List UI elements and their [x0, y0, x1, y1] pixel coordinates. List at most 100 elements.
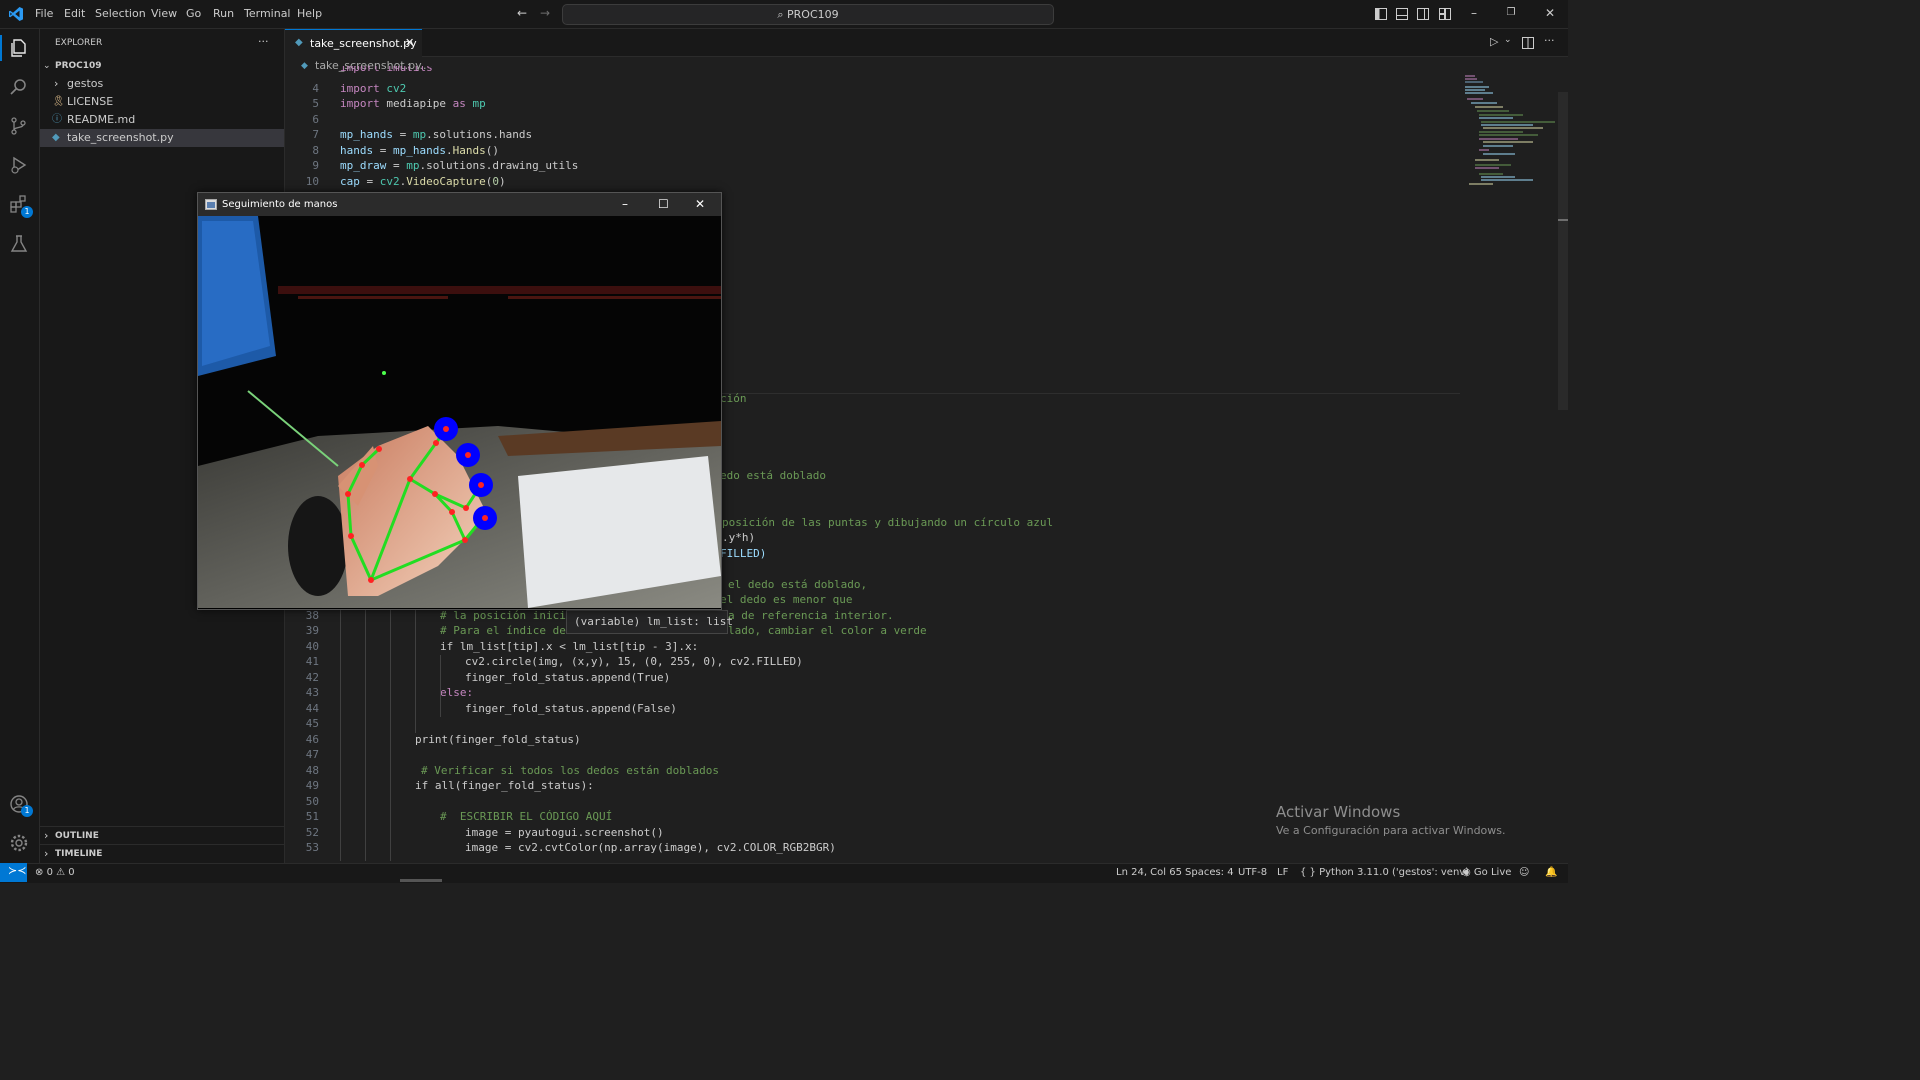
remote-indicator-button[interactable]: ≻≺ [0, 863, 27, 882]
go-live-label: Go Live [1473, 867, 1512, 878]
line-number: 51 [305, 810, 319, 823]
title-bar: File Edit Selection View Go Run Terminal… [0, 0, 1568, 29]
tree-item-readme[interactable]: ⓘ README.md [40, 111, 284, 129]
menu-help[interactable]: Help [297, 0, 322, 28]
menu-run[interactable]: Run [213, 0, 234, 28]
code-line: mp_draw = mp.solutions.drawing_utils [340, 159, 579, 172]
testing-flask-icon[interactable] [8, 233, 30, 255]
line-number: 43 [305, 686, 319, 699]
more-actions-icon[interactable]: ··· [258, 35, 269, 48]
vertical-scrollbar-thumb[interactable] [1558, 92, 1568, 410]
code-fragment: # la posición inicia [440, 609, 573, 622]
explorer-icon[interactable] [8, 37, 30, 59]
workspace-root[interactable]: ⌄ PROC109 [40, 57, 284, 75]
encoding-status[interactable]: UTF-8 [1238, 864, 1267, 882]
command-center-text: PROC109 [787, 8, 839, 21]
code-line: # Verificar si todos los dedos están dob… [421, 764, 720, 777]
window-title: Seguimiento de manos [222, 199, 338, 210]
command-center-search[interactable]: ⌕ PROC109 [562, 4, 1054, 25]
eol-status[interactable]: LF [1277, 864, 1288, 882]
code-fragment: posición de las puntas y dibujando un cí… [722, 516, 1054, 529]
vscode-logo-icon [9, 7, 23, 21]
menu-view[interactable]: View [151, 0, 177, 28]
line-number: 42 [305, 671, 319, 684]
code-line: if lm_list[tip].x < lm_list[tip - 3].x: [440, 640, 699, 653]
outline-label: OUTLINE [55, 831, 99, 841]
close-icon[interactable]: ✕ [695, 193, 705, 216]
timeline-section[interactable]: › TIMELINE [40, 845, 284, 863]
notifications-bell-icon[interactable]: 🔔 [1545, 864, 1557, 882]
forward-arrow-icon[interactable]: → [539, 7, 551, 19]
hover-tooltip: (variable) lm_list: list [566, 610, 733, 634]
search-icon: ⌕ [777, 8, 788, 21]
run-debug-icon[interactable] [8, 154, 30, 176]
indent-guide [340, 609, 341, 861]
activate-windows-watermark: Activar Windows Ve a Configuración para … [1276, 803, 1506, 837]
editor-tab-bar: ▷ ⌄ ··· [285, 29, 1568, 57]
problems-status[interactable]: ⊗ 0 ⚠ 0 [35, 864, 75, 882]
restore-icon[interactable]: ❐ [1505, 7, 1517, 19]
python-interpreter[interactable]: 3.11.0 ('gestos': venv) [1357, 864, 1469, 882]
outline-section[interactable]: › OUTLINE [40, 827, 284, 845]
toggle-panel-icon[interactable] [1396, 8, 1408, 20]
window-title-bar[interactable]: Seguimiento de manos – ☐ ✕ [198, 193, 721, 216]
search-icon[interactable] [8, 76, 30, 98]
tree-item-gestos[interactable]: › gestos [40, 75, 284, 93]
code-line: finger_fold_status.append(True) [465, 671, 671, 684]
line-number: 45 [305, 717, 319, 730]
minimize-icon[interactable]: – [622, 193, 628, 216]
source-control-icon[interactable] [8, 115, 30, 137]
minimap[interactable] [1463, 74, 1558, 189]
menu-terminal[interactable]: Terminal [244, 0, 291, 28]
hand-tracking-window[interactable]: Seguimiento de manos – ☐ ✕ [197, 192, 722, 610]
error-count: 0 [46, 867, 53, 878]
customize-layout-icon[interactable] [1439, 8, 1451, 20]
indent-guide [415, 609, 416, 733]
toggle-secondary-sidebar-icon[interactable] [1417, 8, 1429, 20]
go-live-button[interactable]: ◉ Go Live [1462, 864, 1511, 882]
menu-file[interactable]: File [35, 0, 53, 28]
webcam-frame [198, 216, 721, 608]
run-python-file-icon[interactable]: ▷ [1490, 35, 1498, 48]
code-line: image = pyautogui.screenshot() [465, 826, 664, 839]
close-tab-icon[interactable]: ✕ [405, 36, 414, 49]
code-fragment: el dedo está doblado, [728, 578, 868, 591]
toggle-primary-sidebar-icon[interactable] [1375, 8, 1387, 20]
horizontal-scroll-hint [400, 879, 442, 882]
menu-edit[interactable]: Edit [64, 0, 85, 28]
code-fragment: el dedo es menor que [720, 593, 853, 606]
settings-gear-icon[interactable] [8, 832, 30, 854]
line-number: 7 [312, 128, 319, 141]
tab-take-screenshot[interactable]: ◆ take_screenshot.py ✕ [285, 29, 422, 58]
split-editor-icon[interactable] [1522, 37, 1534, 49]
line-number: 10 [305, 175, 319, 188]
line-number: 9 [312, 159, 319, 172]
watermark-subtitle: Ve a Configuración para activar Windows. [1276, 824, 1506, 837]
window-app-icon [205, 199, 217, 210]
line-number: 52 [305, 826, 319, 839]
chevron-right-icon: › [44, 829, 49, 842]
tree-item-take-screenshot[interactable]: ◆ take_screenshot.py [40, 129, 284, 147]
tree-item-license[interactable]: 🎗 LICENSE [40, 93, 284, 111]
code-line: import mediapipe as mp [340, 97, 486, 110]
language-mode[interactable]: { } Python [1300, 864, 1354, 882]
feedback-icon[interactable]: ☺ [1519, 864, 1529, 882]
code-line: else: [440, 686, 474, 699]
minimize-icon[interactable]: – [1468, 7, 1480, 19]
close-icon[interactable]: ✕ [1544, 7, 1556, 19]
line-number: 6 [312, 113, 319, 126]
chevron-down-icon[interactable]: ⌄ [1504, 35, 1512, 45]
maximize-icon[interactable]: ☐ [658, 193, 669, 216]
menu-selection[interactable]: Selection [95, 0, 146, 28]
indentation-status[interactable]: Spaces: 4 [1185, 864, 1234, 882]
line-number: 50 [305, 795, 319, 808]
code-fragment: lado, cambiar el color a verde [728, 624, 927, 637]
menu-go[interactable]: Go [186, 0, 201, 28]
warning-icon: ⚠ [56, 867, 66, 878]
language-label: Python [1319, 867, 1354, 878]
cursor-position[interactable]: Ln 24, Col 65 [1116, 864, 1182, 882]
back-arrow-icon[interactable]: ← [516, 7, 528, 19]
tooltip-text: (variable) lm_list: list [574, 615, 733, 628]
python-file-icon: ◆ [52, 132, 60, 143]
more-actions-icon[interactable]: ··· [1544, 34, 1555, 47]
